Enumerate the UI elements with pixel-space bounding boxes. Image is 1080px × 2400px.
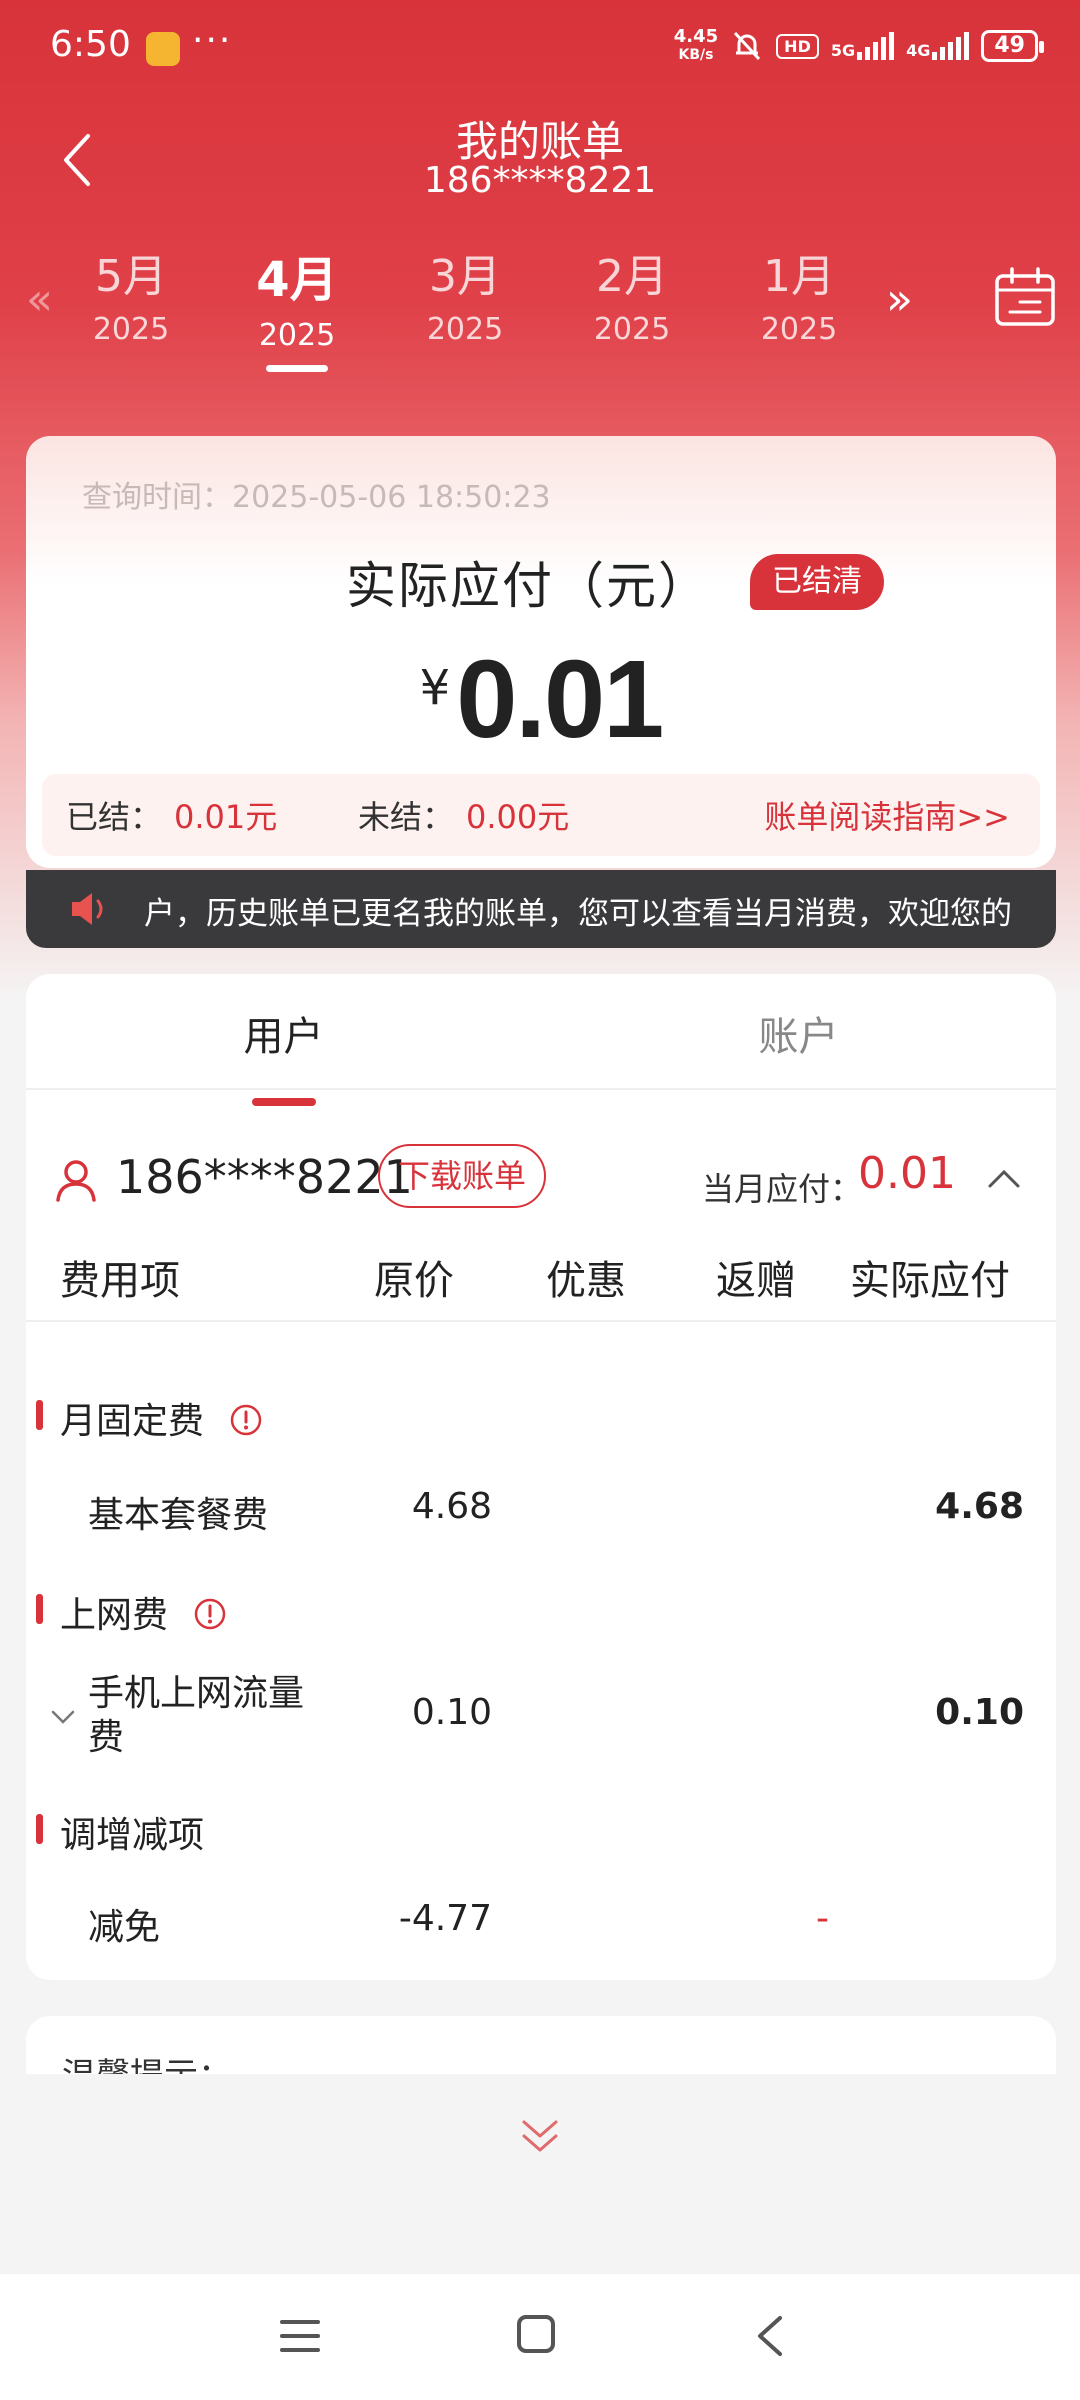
- row-actual-mobile-data: 0.10: [935, 1692, 1024, 1733]
- header-refund: 返赠: [716, 1258, 796, 1304]
- month-due-value: 0.01: [858, 1148, 956, 1199]
- month-tab-april[interactable]: 4月 2025: [222, 240, 372, 372]
- unsettled-amount: 未结： 0.00元: [358, 798, 570, 836]
- settled-badge: 已结清: [750, 554, 884, 610]
- page-subtitle-phone: 186****8221: [423, 160, 657, 201]
- query-time: 查询时间：2025-05-06 18:50:23: [82, 480, 551, 515]
- section-adjustments: 调增减项: [36, 1806, 204, 1858]
- info-icon[interactable]: [229, 1403, 263, 1437]
- signal-icon: [932, 32, 970, 60]
- tab-account[interactable]: 账户: [541, 1004, 1056, 1062]
- month-tab-march[interactable]: 3月 2025: [390, 240, 540, 347]
- bottom-fade: [0, 2074, 1080, 2274]
- month-next-icon[interactable]: »: [886, 274, 913, 325]
- expand-more-icon[interactable]: [516, 2112, 564, 2160]
- status-bar: 6:50 ··· 4.45 KB/s HD 5G 4G 49: [0, 0, 1080, 100]
- bill-guide-link[interactable]: 账单阅读指南>>: [764, 792, 1010, 838]
- header-original: 原价: [374, 1258, 454, 1304]
- row-original-mobile-data: 0.10: [411, 1692, 492, 1733]
- month-due-label: 当月应付：: [702, 1170, 863, 1208]
- system-nav-bar: [0, 2274, 1080, 2400]
- bill-summary-card: 查询时间：2025-05-06 18:50:23 实际应付（元） 已结清 ¥0.…: [26, 436, 1056, 868]
- speaker-icon: [72, 893, 103, 925]
- net-speed: 4.45 KB/s: [673, 26, 719, 64]
- nav-back-icon[interactable]: [754, 2314, 786, 2358]
- month-tab-may[interactable]: 5月 2025: [56, 240, 206, 347]
- user-phone: 186****8221: [116, 1150, 413, 1204]
- section-data-fee: 上网费: [36, 1586, 227, 1638]
- home-icon[interactable]: [516, 2314, 556, 2354]
- network-5g: 5G: [831, 32, 895, 60]
- month-tab-february[interactable]: 2月 2025: [557, 240, 707, 347]
- settled-amount: 已结： 0.01元: [66, 798, 278, 836]
- user-icon: [56, 1160, 96, 1202]
- download-bill-button[interactable]: 下载账单: [378, 1144, 547, 1208]
- info-icon[interactable]: [193, 1597, 227, 1631]
- chevron-up-icon[interactable]: [984, 1158, 1024, 1198]
- network-4g: 4G: [906, 32, 970, 60]
- amount-display: ¥0.01: [26, 636, 1056, 763]
- signal-icon: [857, 32, 895, 60]
- header-actual: 实际应付: [850, 1258, 1010, 1304]
- menu-icon[interactable]: [280, 2318, 320, 2354]
- row-original-waiver: -4.77: [398, 1898, 492, 1939]
- row-actual-basic-plan: 4.68: [935, 1486, 1024, 1527]
- row-label-waiver: 减免: [88, 1907, 161, 1948]
- month-tab-january[interactable]: 1月 2025: [724, 240, 874, 347]
- currency-symbol: ¥: [419, 660, 451, 716]
- section-monthly-fixed: 月固定费: [36, 1392, 263, 1444]
- tab-user[interactable]: 用户: [26, 1004, 541, 1106]
- bill-tabs: 用户 账户: [26, 974, 1056, 1090]
- actual-due-label: 实际应付（元）: [346, 557, 710, 615]
- notice-bar[interactable]: 户，历史账单已更名我的账单，您可以查看当月消费，欢迎您的: [26, 870, 1056, 948]
- hd-badge: HD: [776, 33, 819, 59]
- notice-text: 户，历史账单已更名我的账单，您可以查看当月消费，欢迎您的: [144, 896, 1012, 932]
- user-row: 186****8221 下载账单 当月应付： 0.01: [26, 1144, 1056, 1224]
- more-notifications-icon: ···: [192, 20, 233, 61]
- header-item: 费用项: [60, 1258, 180, 1304]
- row-label-mobile-data: 手机上网流量 费: [88, 1673, 305, 1758]
- row-original-basic-plan: 4.68: [411, 1486, 492, 1527]
- bill-detail-panel: 用户 账户 186****8221 下载账单 当月应付： 0.01 费用项 原价…: [26, 974, 1056, 1980]
- calendar-icon[interactable]: [994, 266, 1056, 328]
- month-prev-icon[interactable]: «: [26, 274, 53, 325]
- battery-indicator: 49: [981, 30, 1044, 62]
- settlement-summary: 已结： 0.01元 未结： 0.00元 账单阅读指南>>: [42, 774, 1040, 856]
- row-actual-waiver: -: [816, 1898, 829, 1939]
- table-header: 费用项 原价 优惠 返赠 实际应付: [26, 1236, 1056, 1322]
- tips-card: 温馨提示：: [26, 2016, 1056, 2076]
- row-label-basic-plan: 基本套餐费: [88, 1495, 269, 1536]
- status-icons: 4.45 KB/s HD 5G 4G 49: [673, 26, 1044, 64]
- chevron-down-icon[interactable]: [48, 1702, 78, 1732]
- tips-title: 温馨提示：: [62, 2056, 232, 2076]
- mute-bell-icon: [734, 31, 761, 61]
- amount-value: 0.01: [456, 638, 664, 761]
- status-time: 6:50: [50, 24, 131, 65]
- notification-app-icon: [146, 32, 180, 66]
- month-selector: « 5月 2025 4月 2025 3月 2025 2月 2025 1月 202…: [0, 240, 1080, 380]
- header-discount: 优惠: [546, 1258, 626, 1304]
